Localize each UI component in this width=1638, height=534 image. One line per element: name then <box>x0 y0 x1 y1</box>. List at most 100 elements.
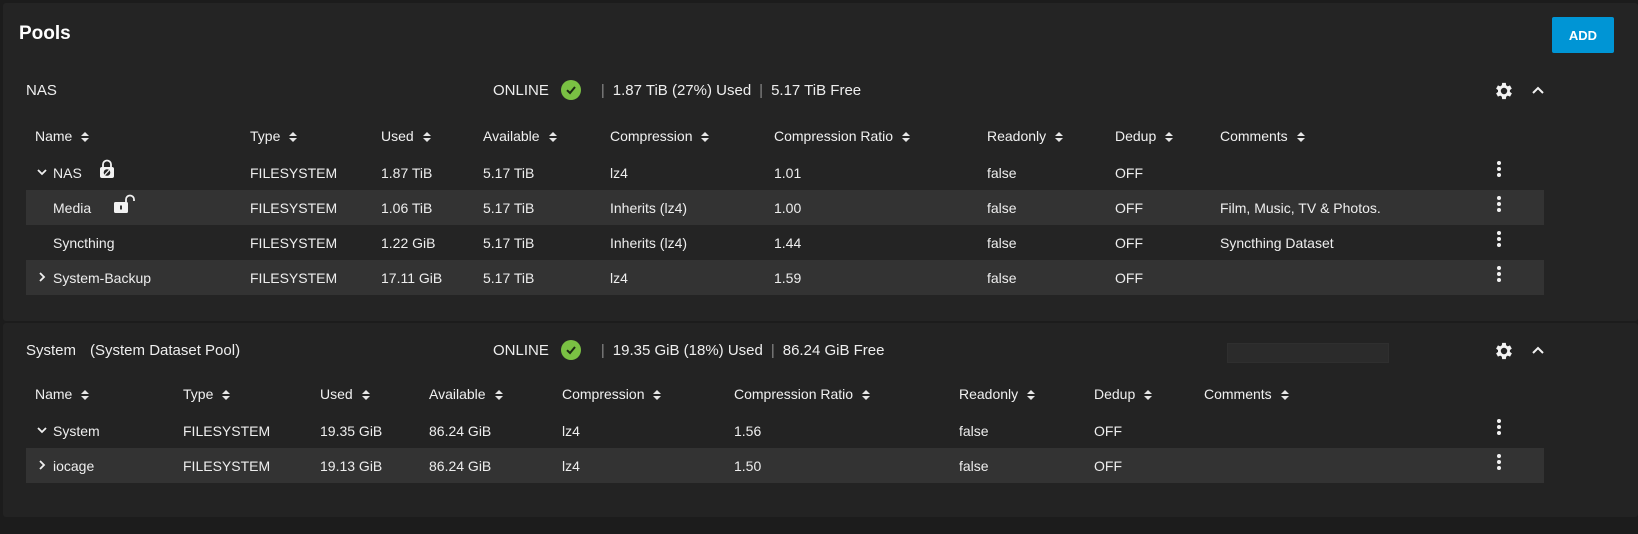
column-header-type[interactable]: Type <box>250 119 381 155</box>
table-row[interactable]: System FILESYSTEM 19.35 GiB 86.24 GiB lz4 1.5… <box>26 413 1544 448</box>
dataset-name: NAS <box>53 164 82 181</box>
column-header-readonly[interactable]: Readonly <box>987 119 1115 155</box>
column-header-comments[interactable]: Comments <box>1204 377 1496 413</box>
pool-status-label: ONLINE <box>493 341 549 359</box>
chevron-up-icon[interactable] <box>1530 82 1546 98</box>
column-header-dedup[interactable]: Dedup <box>1115 119 1220 155</box>
sort-icon[interactable] <box>1143 388 1153 404</box>
sort-icon[interactable] <box>288 130 298 146</box>
row-actions-cell <box>1496 413 1544 448</box>
name-cell: Media <box>26 190 250 225</box>
gear-icon[interactable] <box>1493 80 1515 102</box>
column-header-used[interactable]: Used <box>381 119 483 155</box>
dataset-name: iocage <box>53 457 95 474</box>
row-actions-cell <box>1496 225 1544 260</box>
gear-icon[interactable] <box>1493 340 1515 362</box>
more-vert-icon[interactable] <box>1496 418 1502 439</box>
name-cell-content: System-Backup <box>26 270 250 286</box>
type-cell: FILESYSTEM <box>183 448 320 483</box>
more-vert-icon[interactable] <box>1496 160 1502 181</box>
table-row[interactable]: NAS FILESYSTEM 1.87 TiB 5.17 TiB lz4 1.01 fals… <box>26 155 1544 190</box>
sort-icon[interactable] <box>80 388 90 404</box>
used-cell: 1.06 TiB <box>381 190 483 225</box>
sort-icon[interactable] <box>1164 130 1174 146</box>
table-row[interactable]: Syncthing FILESYSTEM 1.22 GiB 5.17 TiB Inher… <box>26 225 1544 260</box>
column-header-readonly[interactable]: Readonly <box>959 377 1094 413</box>
column-header-compression[interactable]: Compression <box>610 119 774 155</box>
sort-icon[interactable] <box>548 130 558 146</box>
readonly-cell: false <box>987 260 1115 295</box>
comments-cell <box>1220 260 1496 295</box>
pool-name: System (System Dataset Pool) <box>26 342 240 359</box>
sort-icon[interactable] <box>901 130 911 146</box>
pool-status: ONLINE | 1.87 TiB (27%) Used | 5.17 TiB … <box>493 80 861 100</box>
more-vert-icon[interactable] <box>1496 195 1502 216</box>
pool-subtitle: (System Dataset Pool) <box>90 342 241 359</box>
readonly-cell: false <box>987 190 1115 225</box>
comments-cell <box>1204 448 1496 483</box>
sort-icon[interactable] <box>1026 388 1036 404</box>
sort-icon[interactable] <box>494 388 504 404</box>
compression-cell: lz4 <box>562 448 734 483</box>
name-cell-content: Syncthing <box>26 235 250 251</box>
column-header-compression[interactable]: Compression <box>562 377 734 413</box>
row-actions-cell <box>1496 155 1544 190</box>
compression-cell: lz4 <box>610 260 774 295</box>
name-cell: Syncthing <box>26 225 250 260</box>
sort-icon[interactable] <box>422 130 432 146</box>
column-header-compression-ratio[interactable]: Compression Ratio <box>734 377 959 413</box>
dedup-cell: OFF <box>1094 422 1122 439</box>
type-cell: FILESYSTEM <box>250 260 381 295</box>
column-header-dedup[interactable]: Dedup <box>1094 377 1204 413</box>
sort-icon[interactable] <box>861 388 871 404</box>
pool-free: 86.24 GiB Free <box>782 341 885 359</box>
column-header-type[interactable]: Type <box>183 377 320 413</box>
sort-icon[interactable] <box>652 388 662 404</box>
table-row[interactable]: System-Backup FILESYSTEM 17.11 GiB 5.17 TiB… <box>26 260 1544 295</box>
column-header-name[interactable]: Name <box>26 377 183 413</box>
column-header-available[interactable]: Available <box>429 377 562 413</box>
chevron-up-icon[interactable] <box>1530 342 1546 358</box>
more-vert-icon[interactable] <box>1496 230 1502 251</box>
column-header-used[interactable]: Used <box>320 377 429 413</box>
dataset-table: Name Type Used Available Compression Com… <box>26 377 1544 483</box>
chevron-right-icon[interactable] <box>35 458 49 474</box>
separator: | <box>770 341 775 359</box>
table-row[interactable]: Media FILESYSTEM 1.06 TiB 5.17 TiB Inherits … <box>26 190 1544 225</box>
sort-icon[interactable] <box>1054 130 1064 146</box>
column-header-comments[interactable]: Comments <box>1220 119 1496 155</box>
dataset-name: System <box>53 422 100 439</box>
chevron-down-icon[interactable] <box>35 165 49 181</box>
dedup-cell: OFF <box>1115 234 1143 251</box>
column-header-actions <box>1496 377 1544 413</box>
sort-icon[interactable] <box>700 130 710 146</box>
more-vert-icon[interactable] <box>1496 265 1502 286</box>
chevron-right-icon[interactable] <box>35 270 49 286</box>
name-cell-content: System <box>26 423 183 439</box>
dedup-cell: OFF <box>1115 190 1220 225</box>
more-vert-icon[interactable] <box>1496 453 1502 474</box>
pool-status: ONLINE | 19.35 GiB (18%) Used | 86.24 Gi… <box>493 340 884 360</box>
sort-icon[interactable] <box>221 388 231 404</box>
column-header-available[interactable]: Available <box>483 119 610 155</box>
sort-icon[interactable] <box>80 130 90 146</box>
unlock-icon[interactable] <box>113 194 136 214</box>
column-header-compression-ratio[interactable]: Compression Ratio <box>774 119 987 155</box>
type-cell: FILESYSTEM <box>250 190 381 225</box>
add-pool-button[interactable]: ADD <box>1552 17 1614 53</box>
compression-ratio-cell: 1.50 <box>734 448 959 483</box>
dataset-name: System-Backup <box>53 269 152 286</box>
sort-icon[interactable] <box>1296 130 1306 146</box>
sort-icon[interactable] <box>1280 388 1290 404</box>
readonly-cell: false <box>987 164 1017 181</box>
pool-card-nas: Pools ADD NAS ONLINE | 1.87 TiB (27%) Us… <box>3 3 1638 321</box>
lock-icon[interactable] <box>98 159 116 179</box>
available-cell: 86.24 GiB <box>429 422 492 439</box>
chevron-down-icon[interactable] <box>35 423 49 439</box>
table-header-row: Name Type Used Available Compression Com… <box>26 119 1544 155</box>
row-actions-cell <box>1496 190 1544 225</box>
sort-icon[interactable] <box>361 388 371 404</box>
column-header-name[interactable]: Name <box>26 119 250 155</box>
table-row[interactable]: iocage FILESYSTEM 19.13 GiB 86.24 GiB lz4 1.5… <box>26 448 1544 483</box>
dedup-cell: OFF <box>1115 260 1220 295</box>
